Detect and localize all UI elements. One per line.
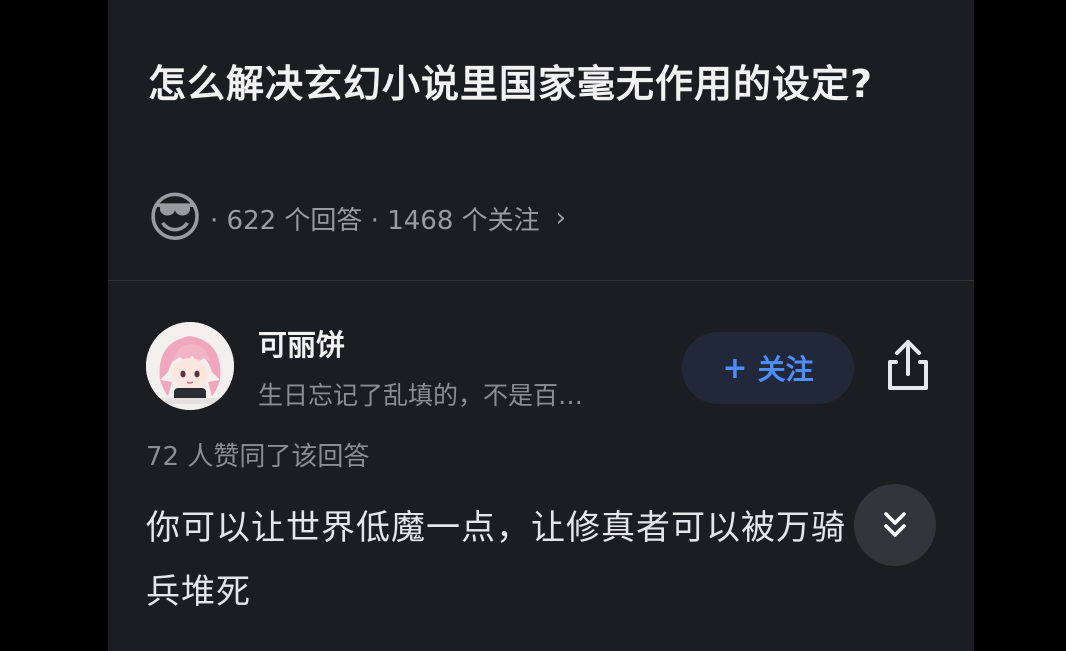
author-bio: 生日忘记了乱填的，不是百… (258, 381, 584, 410)
vote-count: 72 人赞同了该回答 (146, 442, 370, 472)
sunglasses-emoji-avatar-icon: 😎 (146, 186, 204, 249)
share-icon (888, 340, 928, 390)
chevron-right-icon: › (555, 203, 567, 233)
follow-button[interactable]: + 关注 (682, 332, 854, 404)
author-avatar[interactable] (146, 322, 234, 410)
question-title[interactable]: 怎么解决玄幻小说里国家毫无作用的设定? (148, 52, 948, 116)
share-button[interactable] (882, 336, 934, 396)
author-name[interactable]: 可丽饼 (258, 322, 345, 364)
answer-content[interactable]: 你可以让世界低魔一点，让修真者可以被万骑兵堆死 (146, 496, 846, 624)
plus-icon: + (722, 350, 748, 386)
app-screen: 怎么解决玄幻小说里国家毫无作用的设定? 😎 · 622 个回答 · 1468 个… (108, 0, 974, 651)
divider (108, 280, 974, 281)
answer-follow-count: · 622 个回答 · 1468 个关注 (210, 205, 540, 236)
follow-label: 关注 (757, 353, 814, 386)
anime-girl-avatar-icon (146, 322, 234, 410)
double-chevron-down-icon (884, 512, 906, 537)
question-meta-row[interactable]: 😎 · 622 个回答 · 1468 个关注 › (144, 186, 567, 249)
expand-button[interactable] (854, 484, 936, 566)
